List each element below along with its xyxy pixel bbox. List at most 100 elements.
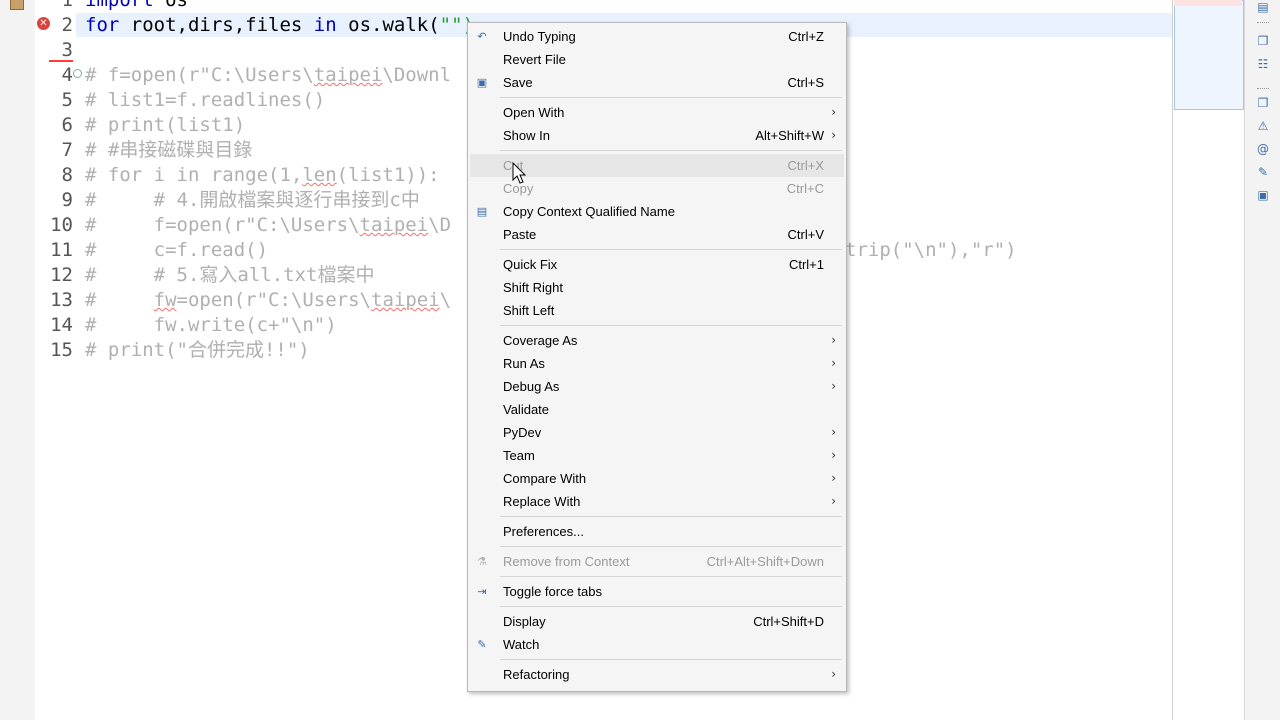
menu-item-shortcut: Ctrl+Alt+Shift+Down (706, 554, 824, 569)
menu-item-label: Show In (503, 128, 550, 143)
menu-item-validate[interactable]: Validate (470, 398, 844, 421)
line-number: 3 (61, 39, 73, 61)
code-text: # for i in range(1,len(list1)): (85, 163, 440, 188)
menu-item-open-with[interactable]: Open With › (470, 101, 844, 124)
menu-item-label: Compare With (503, 471, 587, 486)
menu-item-refactoring[interactable]: Refactoring › (470, 663, 844, 686)
line-number: 7 (61, 139, 73, 161)
menu-item-label: Copy Context Qualified Name (503, 204, 675, 219)
code-text: # #串接磁碟與目錄 (85, 138, 252, 163)
menu-separator (500, 576, 842, 577)
menu-item-debug-as[interactable]: Debug As › (470, 375, 844, 398)
submenu-arrow-icon: › (831, 471, 836, 485)
code-token: \Downl (382, 64, 452, 86)
menu-item-watch[interactable]: ✎ Watch (470, 633, 844, 656)
menu-item-label: Replace With (503, 494, 581, 509)
menu-item-undo-typing[interactable]: ↶ Undo Typing Ctrl+Z (470, 25, 844, 48)
code-token: # #串接磁碟與目錄 (85, 139, 253, 161)
menu-item-toggle-force-tabs[interactable]: ⇥ Toggle force tabs (470, 580, 844, 603)
menu-item-revert-file[interactable]: Revert File (470, 48, 844, 71)
restore-icon[interactable]: ❐ (1256, 96, 1270, 110)
problems-icon[interactable]: ⚠ (1256, 119, 1270, 133)
submenu-arrow-icon: › (831, 333, 836, 347)
restore-icon[interactable]: ❐ (1256, 34, 1270, 48)
watch-icon: ✎ (477, 638, 487, 651)
menu-separator (500, 325, 842, 326)
code-token: # # 5.寫入all.txt檔案中 (85, 264, 375, 286)
overview-viewport-thumb[interactable] (1174, 0, 1244, 110)
menu-item-label: Team (503, 448, 535, 463)
menu-item-preferences[interactable]: Preferences... (470, 520, 844, 543)
line-number: 8 (61, 164, 73, 186)
submenu-arrow-icon: › (831, 448, 836, 462)
hierarchy-icon[interactable]: ☷ (1256, 57, 1270, 71)
menu-item-shortcut: Ctrl+C (786, 181, 824, 196)
code-text: # print("合併完成!!") (85, 338, 310, 363)
copy-qualified-icon: ▤ (476, 205, 488, 218)
menu-item-label: Preferences... (503, 524, 584, 539)
code-token: os.walk( (336, 14, 440, 36)
code-token: len (302, 164, 337, 186)
code-text: # c=f.read() (85, 238, 268, 263)
code-token: (list1)): (336, 164, 440, 186)
menu-item-label: Validate (503, 402, 550, 417)
menu-separator (500, 97, 842, 98)
menu-item-label: Coverage As (503, 333, 578, 348)
menu-item-save[interactable]: ▣ Save Ctrl+S (470, 71, 844, 94)
line-number: 15 (50, 339, 73, 361)
menu-item-pydev[interactable]: PyDev › (470, 421, 844, 444)
code-token: # print(list1) (85, 114, 246, 136)
code-line[interactable]: 1 import os (49, 0, 1172, 13)
line-number: 2 (61, 14, 73, 36)
menu-item-replace-with[interactable]: Replace With › (470, 490, 844, 513)
menu-separator (500, 659, 842, 660)
code-text: # # 5.寫入all.txt檔案中 (85, 263, 374, 288)
line-number: 9 (61, 189, 73, 211)
overview-error-mark[interactable] (1174, 0, 1242, 6)
menu-item-shift-right[interactable]: Shift Right (470, 276, 844, 299)
left-toolbar-strip (0, 0, 36, 720)
package-icon[interactable] (10, 0, 24, 10)
menu-item-shortcut: Ctrl+X (787, 158, 824, 173)
menu-item-quick-fix[interactable]: Quick Fix Ctrl+1 (470, 253, 844, 276)
code-token: for (85, 14, 120, 36)
menu-item-display[interactable]: Display Ctrl+Shift+D (470, 610, 844, 633)
menu-item-shift-left[interactable]: Shift Left (470, 299, 844, 322)
code-token: in (313, 14, 337, 36)
outline-icon[interactable]: ▤ (1256, 0, 1270, 14)
vertical-ruler (35, 0, 49, 720)
code-text: import os (85, 0, 188, 13)
javadoc-icon[interactable]: @ (1256, 142, 1270, 156)
remove-context-icon: ⚗ (477, 555, 487, 568)
menu-item-label: Refactoring (503, 667, 570, 682)
menu-item-shortcut: Ctrl+Z (788, 29, 824, 44)
menu-item-label: Save (503, 75, 533, 90)
menu-item-label: PyDev (503, 425, 542, 440)
code-token: # f=open(r"C:\Users\ (85, 64, 314, 86)
code-token: import (85, 0, 154, 11)
code-token: # c=f.read() (85, 239, 269, 261)
menu-item-team[interactable]: Team › (470, 444, 844, 467)
code-token: # print("合併完成!!") (85, 339, 310, 361)
code-text: for root,dirs,files in os.walk("") (85, 13, 474, 38)
menu-item-paste[interactable]: Paste Ctrl+V (470, 223, 844, 246)
console-icon[interactable]: ▣ (1256, 188, 1270, 202)
menu-item-label: Watch (503, 637, 540, 652)
code-token: # for i in range(1, (85, 164, 303, 186)
menu-item-show-in[interactable]: Show In Alt+Shift+W › (470, 124, 844, 147)
menu-item-copy-context-qualified-name[interactable]: ▤ Copy Context Qualified Name (470, 200, 844, 223)
menu-item-remove-from-context[interactable]: ⚗ Remove from Context Ctrl+Alt+Shift+Down (470, 550, 844, 573)
submenu-arrow-icon: › (831, 105, 836, 119)
menu-item-shortcut: Ctrl+S (787, 75, 824, 90)
menu-item-coverage-as[interactable]: Coverage As › (470, 329, 844, 352)
toolbar-divider (1257, 88, 1269, 92)
code-overflow-text: trip("\n"),"r") (845, 239, 1017, 261)
menu-item-run-as[interactable]: Run As › (470, 352, 844, 375)
context-menu: ↶ Undo Typing Ctrl+Z Revert File ▣ Save Ctrl+S… (467, 22, 847, 692)
overview-ruler[interactable] (1172, 0, 1245, 720)
menu-item-compare-with[interactable]: Compare With › (470, 467, 844, 490)
declaration-icon[interactable]: ✎ (1256, 165, 1270, 179)
menu-item-label: Run As (503, 356, 545, 371)
code-text: # print(list1) (85, 113, 245, 138)
menu-item-label: Remove from Context (503, 554, 630, 569)
